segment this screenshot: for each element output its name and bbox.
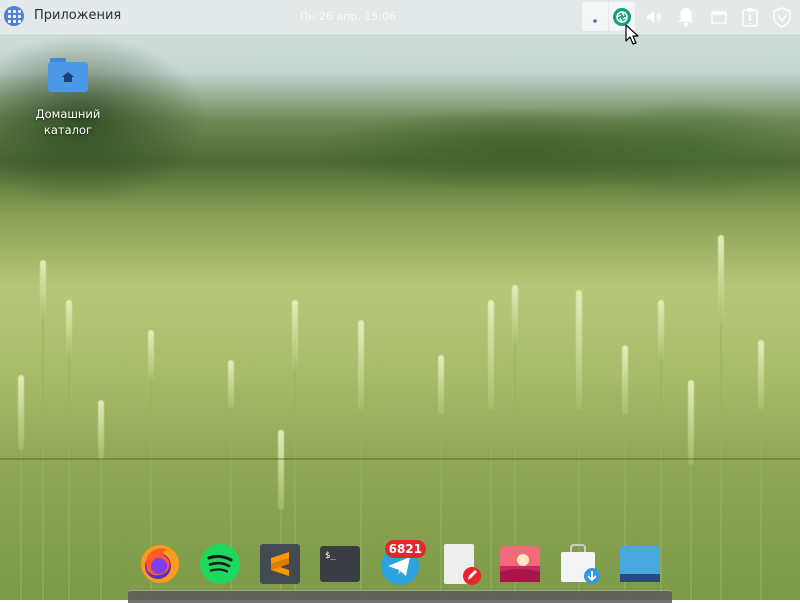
clipboard-icon [742,7,758,27]
mouse-cursor-icon [625,24,639,45]
svg-text:$_: $_ [325,551,336,561]
telegram-unread-badge: 6821 [384,540,426,558]
folder-home-icon [48,58,88,92]
files-icon [620,546,660,582]
spotify-icon [200,544,240,584]
dock-files[interactable] [618,542,662,586]
terminal-icon: $_ [320,546,360,582]
image-viewer-icon [500,546,540,582]
tray-keyboard-layout[interactable] [582,2,608,31]
dock-software-installer[interactable] [558,542,602,586]
apps-menu-button[interactable] [4,6,24,26]
text-editor-icon [444,544,481,585]
tray-notifications[interactable] [673,2,699,31]
dock-terminal[interactable]: $_ [318,542,362,586]
shield-icon [773,6,791,28]
home-folder-desktop-icon[interactable]: Домашний каталог [30,58,106,138]
notifications-bell-icon [678,7,694,26]
window-icon [711,10,727,24]
dock-text-editor[interactable] [440,542,484,586]
home-folder-label: Домашний каталог [35,107,101,137]
keyboard-layout-icon [593,18,597,23]
dock-spotify[interactable] [198,542,242,586]
dock-firefox[interactable] [138,542,182,586]
tray-volume[interactable] [641,2,667,31]
clock[interactable]: Пн 26 апр, 15:06 [300,10,396,23]
dock-sublime-text[interactable] [258,542,302,586]
dock-shelf [128,590,672,603]
dock-image-viewer[interactable] [498,542,542,586]
software-installer-icon [561,544,600,584]
top-panel: Приложения Пн 26 апр, 15:06 [0,0,800,34]
dock-telegram[interactable]: 6821 [378,540,426,586]
tray-security[interactable] [769,2,795,31]
wallpaper-horizon-line [0,458,800,460]
grid-icon [7,9,21,23]
tray-clipboard[interactable] [737,2,763,31]
desktop-wallpaper [0,0,800,600]
apps-menu-label[interactable]: Приложения [34,8,121,23]
volume-icon [647,10,661,23]
tray-window[interactable] [706,2,732,31]
firefox-icon [141,545,179,583]
sublime-text-icon [260,544,300,584]
